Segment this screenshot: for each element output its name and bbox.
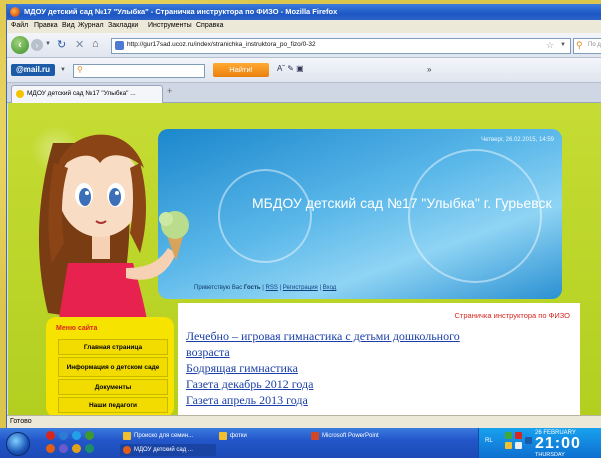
content-panel: Страничка инструктора по ФИЗО Лечебно – …	[178, 303, 580, 415]
site-title: МБДОУ детский сад №17 "Улыбка" г. Гурьев…	[252, 195, 552, 211]
quicklaunch-firefox-icon[interactable]	[46, 444, 55, 453]
clock-weekday: THURSDAY	[535, 452, 565, 458]
menu-history[interactable]: Журнал	[78, 22, 104, 29]
menu-bar: Файл Правка Вид Журнал Закладки Инструме…	[7, 20, 601, 33]
pencil-icon[interactable]: ✎	[287, 64, 294, 73]
mailru-logo[interactable]: @mail.ru	[11, 64, 55, 76]
powerpoint-icon	[311, 432, 319, 440]
page-content: Четверг, 26.02.2015, 14:59 МБДОУ детский…	[8, 103, 601, 415]
title-bar[interactable]: МДОУ детский сад №17 "Улыбка" - Страничк…	[7, 4, 601, 20]
quicklaunch-media-icon[interactable]	[59, 444, 68, 453]
menu-item-teachers[interactable]: Наши педагоги	[58, 397, 168, 413]
clock[interactable]: 26 FEBRUARY 21:00 THURSDAY	[535, 430, 581, 458]
menu-item-info[interactable]: Информация о детском саде	[58, 357, 168, 377]
mailru-dropdown-icon[interactable]: ▼	[60, 67, 66, 73]
search-engine-icon[interactable]: ⚲	[576, 40, 583, 51]
menu-view[interactable]: Вид	[62, 22, 75, 29]
login-link[interactable]: Вход	[323, 285, 337, 291]
toolbar-overflow-chevron[interactable]: »	[427, 65, 431, 74]
mailru-search-input[interactable]: ⚲	[73, 64, 205, 78]
site-menu: Меню сайта Главная страница Информация о…	[46, 317, 174, 415]
quicklaunch-ie2-icon[interactable]	[85, 431, 94, 440]
quicklaunch-app-icon[interactable]	[85, 444, 94, 453]
language-indicator[interactable]: RL	[485, 438, 493, 444]
site-menu-header: Меню сайта	[56, 325, 98, 332]
quicklaunch-desktop-icon[interactable]	[59, 431, 68, 440]
tab-label: МДОУ детский сад №17 "Улыбка" ...	[27, 90, 136, 97]
stop-icon[interactable]: ✕	[75, 38, 84, 51]
link-therapeutic-gymnastics-cont[interactable]: возраста	[186, 345, 230, 360]
taskbar-button-firefox[interactable]: МДОУ детский сад ...	[120, 444, 216, 456]
banner-swirl	[218, 169, 312, 263]
bookmark-star-icon[interactable]: ☆	[546, 40, 554, 51]
link-invigorating-gymnastics[interactable]: Бодрящая гимнастика	[186, 361, 298, 376]
firefox-icon	[123, 446, 131, 454]
tray-app-icon[interactable]	[505, 442, 512, 449]
volume-icon[interactable]	[515, 442, 522, 449]
start-button[interactable]	[6, 432, 30, 456]
browser-window: МДОУ детский сад №17 "Улыбка" - Страничк…	[6, 4, 601, 429]
firefox-icon	[10, 7, 20, 17]
menu-bookmarks[interactable]: Закладки	[108, 22, 138, 29]
menu-edit[interactable]: Правка	[34, 22, 58, 29]
url-text: http://gur17sad.ucoz.ru/index/stranichka…	[127, 41, 316, 48]
quicklaunch-ie-icon[interactable]	[72, 431, 81, 440]
tab-favicon	[16, 90, 24, 98]
url-dropdown-icon[interactable]: ▼	[560, 42, 566, 48]
folder-icon	[219, 432, 227, 440]
window-title: МДОУ детский сад №17 "Улыбка" - Страничк…	[24, 7, 338, 16]
link-newspaper-dec-2012[interactable]: Газета декабрь 2012 года	[186, 377, 313, 392]
quicklaunch-folder-icon[interactable]	[72, 444, 81, 453]
tray-app2-icon[interactable]	[525, 437, 532, 444]
antivirus-icon[interactable]	[515, 432, 522, 439]
current-date: Четверг, 26.02.2015, 14:59	[481, 137, 554, 143]
url-bar[interactable]: http://gur17sad.ucoz.ru/index/stranichka…	[111, 38, 571, 54]
search-input[interactable]: ⚲ По д	[573, 38, 601, 54]
history-dropdown-icon[interactable]: ▼	[45, 41, 51, 47]
find-button[interactable]: Найти!	[213, 63, 269, 77]
forward-button[interactable]: ›	[31, 39, 43, 51]
quicklaunch-opera-icon[interactable]	[46, 431, 55, 440]
link-therapeutic-gymnastics[interactable]: Лечебно – игровая гимнастика с детьми до…	[186, 329, 460, 344]
menu-help[interactable]: Справка	[196, 22, 223, 29]
folder-icon	[123, 432, 131, 440]
system-tray: RL 26 FEBRUARY 21:00 THURSDAY	[478, 428, 601, 458]
register-link[interactable]: Регистрация	[283, 285, 318, 291]
mailru-tool-icons[interactable]: А˘ ✎ ▣	[277, 64, 304, 73]
taskbar-button-folder1[interactable]: Пpoиско для семин...	[120, 430, 212, 442]
tab-bar: МДОУ детский сад №17 "Улыбка" ... +	[7, 83, 601, 103]
panel-title: Страничка инструктора по ФИЗО	[454, 311, 571, 320]
status-bar: Готово	[7, 415, 601, 429]
taskbar-button-powerpoint[interactable]: Microsoft PowerPoint	[308, 430, 428, 442]
rss-link[interactable]: RSS	[265, 285, 277, 291]
home-icon[interactable]: ⌂	[92, 38, 99, 50]
search-placeholder: По д	[588, 42, 601, 48]
back-button[interactable]: ‹	[11, 36, 29, 54]
clock-time: 21:00	[535, 435, 581, 452]
guest-name: Гость	[243, 285, 261, 291]
link-newspaper-apr-2013[interactable]: Газета апрель 2013 года	[186, 393, 308, 408]
network-icon[interactable]	[505, 432, 512, 439]
tab-active[interactable]: МДОУ детский сад №17 "Улыбка" ...	[11, 85, 163, 103]
status-text: Готово	[10, 418, 32, 425]
menu-item-home[interactable]: Главная страница	[58, 339, 168, 355]
taskbar: Пpoиско для семин... фотки Microsoft Pow…	[0, 428, 601, 458]
menu-file[interactable]: Файл	[11, 22, 28, 29]
font-size-icon[interactable]: А˘	[277, 64, 285, 73]
reload-icon[interactable]: ↻	[57, 38, 66, 51]
menu-item-documents[interactable]: Документы	[58, 379, 168, 395]
taskbar-button-folder2[interactable]: фотки	[216, 430, 296, 442]
mailru-toolbar: @mail.ru ▼ ⚲ Найти! А˘ ✎ ▣ »	[7, 58, 601, 83]
mailru-search-icon: ⚲	[77, 65, 83, 74]
new-tab-button[interactable]: +	[167, 86, 172, 96]
navigation-toolbar: ‹ › ▼ ↻ ✕ ⌂ http://gur17sad.ucoz.ru/inde…	[7, 33, 601, 58]
site-favicon	[115, 41, 124, 50]
menu-tools[interactable]: Инструменты	[148, 22, 192, 29]
page-icon[interactable]: ▣	[296, 64, 304, 73]
banner-swirl	[408, 149, 542, 283]
